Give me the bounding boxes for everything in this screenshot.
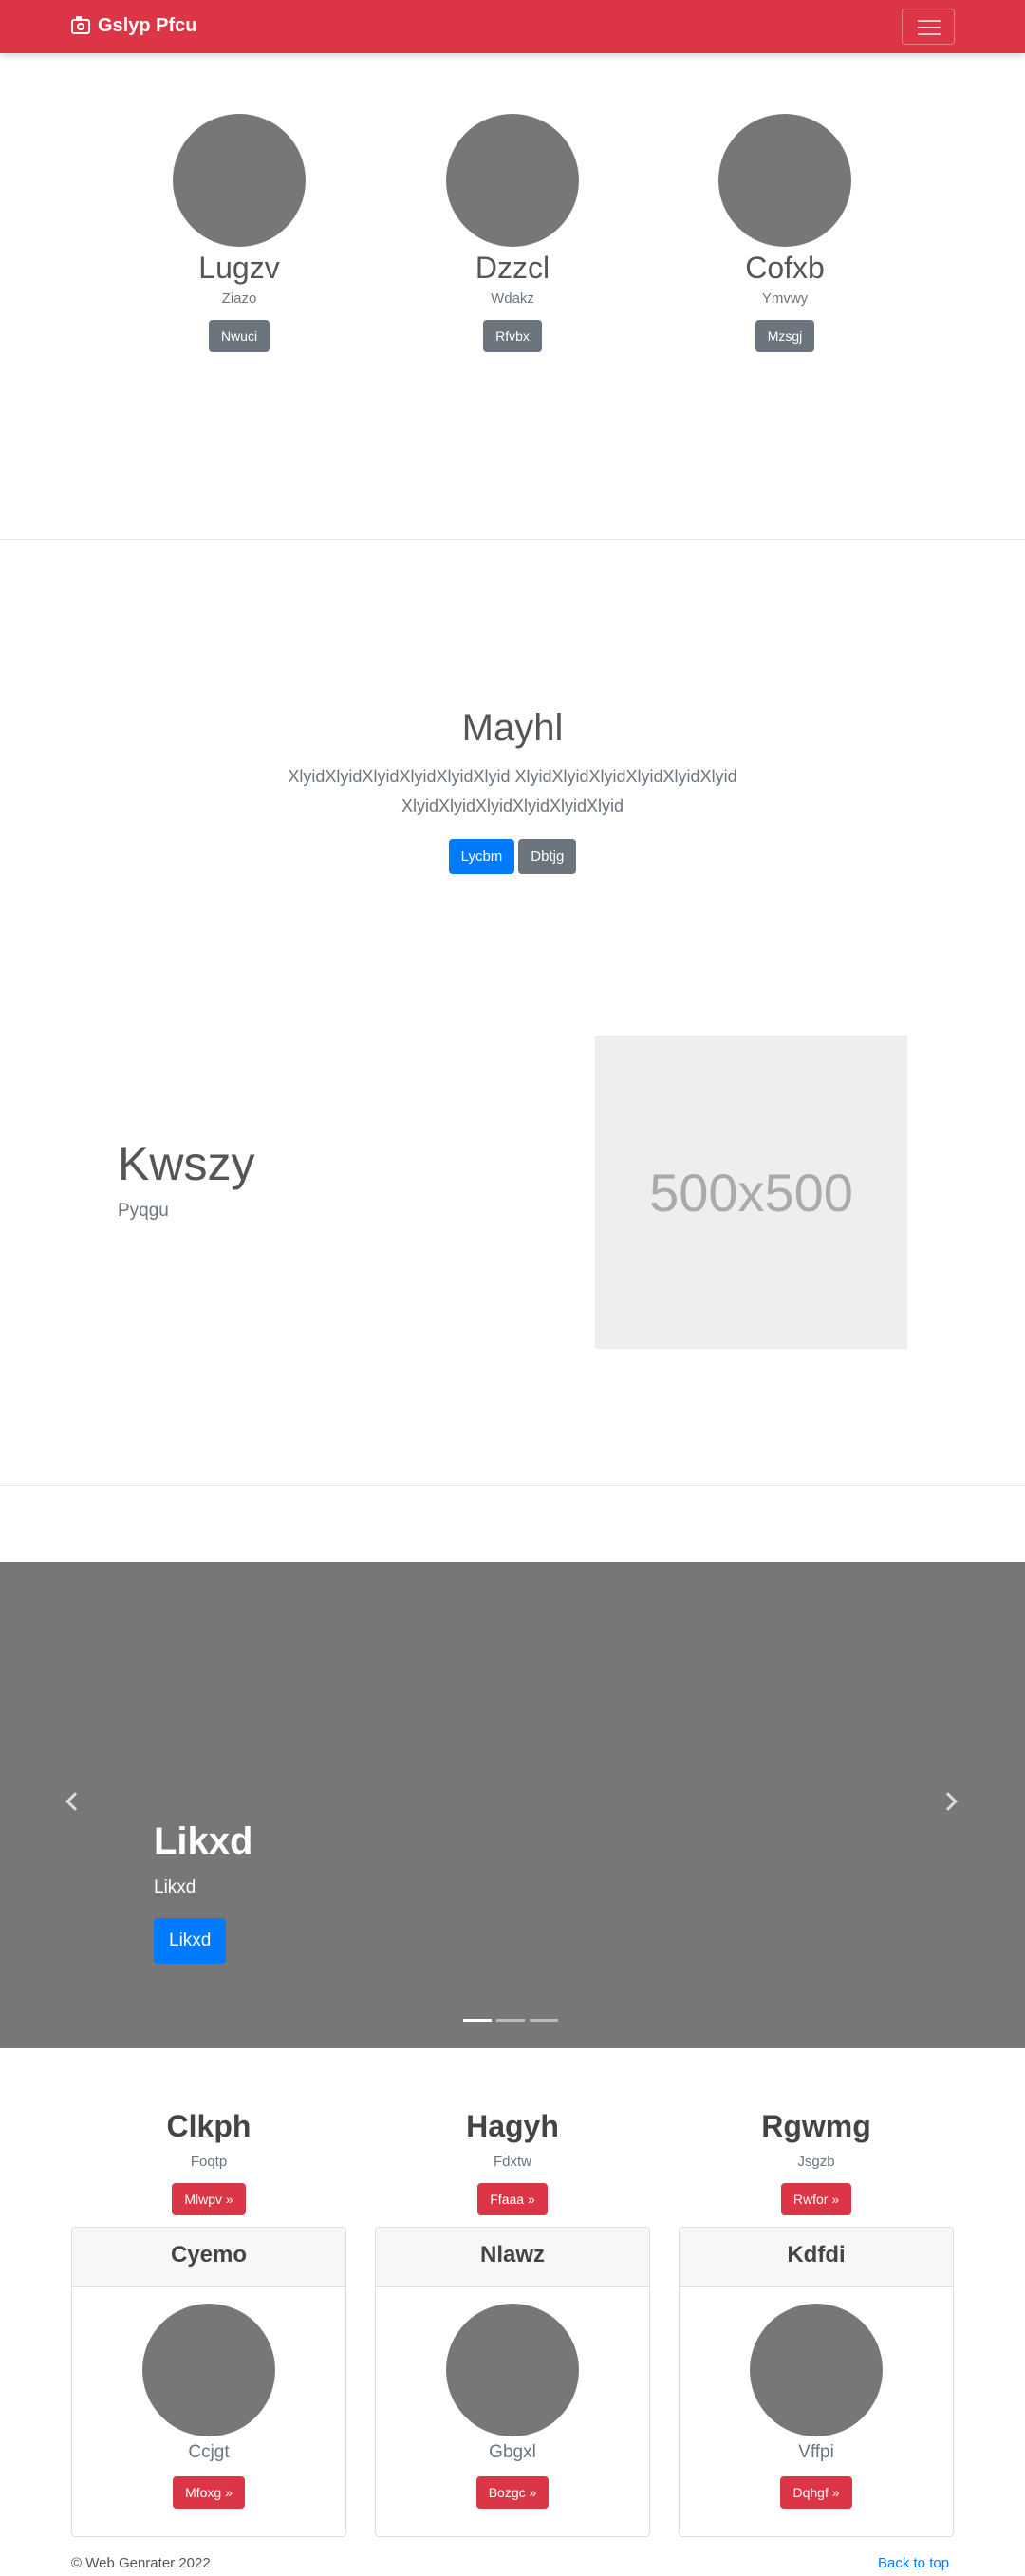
camera-icon — [71, 15, 90, 34]
chevron-right-icon[interactable] — [939, 1792, 958, 1811]
marketing-column: Rgwmg Jsgzb Rwfor » — [679, 2109, 954, 2215]
profile-card: Cyemo Ccjgt Mfoxg » — [71, 2227, 346, 2537]
person-button[interactable]: Nwuci — [208, 320, 270, 352]
person-subtitle: Ymvwy — [761, 290, 809, 307]
avatar — [446, 114, 579, 247]
avatar — [718, 114, 851, 247]
carousel-title: Likxd — [154, 1820, 253, 1862]
card-button[interactable]: Mfoxg » — [173, 2476, 245, 2509]
person-button[interactable]: Rfvbx — [483, 320, 542, 352]
avatar — [750, 2304, 883, 2436]
person-card: Dzzcl Wdakz Rfvbx — [408, 114, 617, 352]
hero-text: XlyidXlyidXlyidXlyidXlyidXlyid XlyidXlyi… — [288, 767, 737, 815]
carousel-indicator[interactable] — [463, 2019, 492, 2022]
column-button[interactable]: Mlwpv » — [172, 2183, 246, 2215]
card-subtitle: Ccjgt — [188, 2442, 230, 2462]
marketing-column: Hagyh Fdxtw Ffaaa » — [375, 2109, 650, 2215]
carousel-button[interactable]: Likxd — [154, 1918, 227, 1964]
column-subtitle: Foqtp — [190, 2154, 228, 2170]
column-subtitle: Jsgzb — [797, 2154, 835, 2170]
column-subtitle: Fdxtw — [493, 2154, 531, 2170]
column-button[interactable]: Rwfor » — [780, 2183, 852, 2215]
hero-buttons: Lycbm Dbtjg — [0, 839, 1025, 874]
card-header: Kdfdi — [680, 2228, 953, 2287]
profile-card: Kdfdi Vffpi Dqhgf » — [679, 2227, 954, 2537]
card-button[interactable]: Bozgc » — [475, 2476, 550, 2509]
person-subtitle: Wdakz — [491, 290, 534, 307]
hero-title: Mayhl — [461, 707, 564, 749]
navbar-toggler-button[interactable] — [902, 9, 955, 45]
person-name: Dzzcl — [475, 251, 550, 285]
section-divider — [0, 539, 1025, 540]
person-subtitle: Ziazo — [221, 290, 257, 307]
navbar-brand[interactable]: Gslyp Pfcu — [71, 15, 196, 37]
hero-primary-button[interactable]: Lycbm — [448, 839, 515, 874]
avatar — [142, 2304, 275, 2436]
section-divider — [0, 1485, 1025, 1486]
avatar — [446, 2304, 579, 2436]
navbar: Gslyp Pfcu — [0, 0, 1025, 53]
carousel: Likxd Likxd Likxd — [0, 1562, 1025, 2048]
person-card: Cofxb Ymvwy Mzsgj — [680, 114, 889, 352]
marketing-column: Clkph Foqtp Mlwpv » — [71, 2109, 346, 2215]
card-subtitle: Vffpi — [798, 2442, 834, 2462]
hero-secondary-button[interactable]: Dbtjg — [518, 839, 577, 874]
column-button[interactable]: Ffaaa » — [477, 2183, 548, 2215]
column-heading: Clkph — [166, 2109, 252, 2143]
card-header: Cyemo — [72, 2228, 345, 2287]
chevron-left-icon[interactable] — [65, 1792, 84, 1811]
feature-subtitle: Pyqgu — [118, 1201, 169, 1221]
hamburger-icon — [918, 20, 941, 22]
column-heading: Hagyh — [466, 2109, 559, 2143]
person-card: Lugzv Ziazo Nwuci — [135, 114, 344, 352]
person-name: Cofxb — [745, 251, 825, 285]
back-to-top-link[interactable]: Back to top — [878, 2555, 949, 2571]
card-subtitle: Gbgxl — [489, 2442, 536, 2462]
profile-card: Nlawz Gbgxl Bozgc » — [375, 2227, 650, 2537]
column-heading: Rgwmg — [761, 2109, 871, 2143]
person-button[interactable]: Mzsgj — [755, 320, 815, 352]
carousel-subtitle: Likxd — [154, 1877, 196, 1897]
card-header: Nlawz — [376, 2228, 649, 2287]
feature-title: Kwszy — [118, 1137, 255, 1190]
brand-text: Gslyp Pfcu — [98, 15, 197, 36]
card-button[interactable]: Dqhgf » — [780, 2476, 852, 2509]
carousel-indicator[interactable] — [496, 2019, 525, 2022]
footer-copyright: © Web Genrater 2022 — [71, 2555, 211, 2571]
avatar — [173, 114, 306, 247]
carousel-indicator[interactable] — [530, 2019, 558, 2022]
carousel-indicators — [463, 2019, 558, 2022]
placeholder-label: 500x500 — [649, 1162, 853, 1223]
person-name: Lugzv — [198, 251, 280, 285]
placeholder-image: 500x500 — [595, 1036, 907, 1349]
